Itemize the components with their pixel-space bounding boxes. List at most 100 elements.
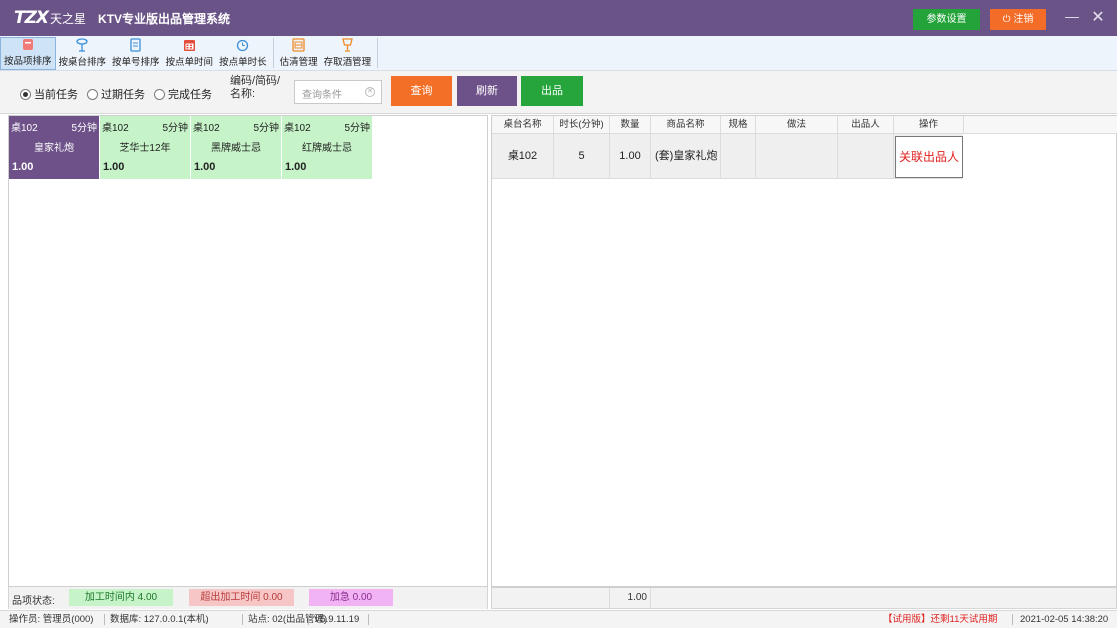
- inventory-clear-button[interactable]: 估清管理: [277, 37, 321, 70]
- radio-dot: [154, 88, 165, 100]
- card-item-name: 芝华士12年: [119, 143, 171, 154]
- item-card[interactable]: 桌102 5分钟 芝华士12年 1.00: [100, 116, 190, 179]
- grid-header: 桌台名称 时长(分钟) 数量 商品名称 规格 做法 出品人 操作: [492, 116, 1117, 134]
- title-bar: TZX 天之星 KTV专业版出品管理系统 参数设置 ⏻ 注销 — ✕: [0, 0, 1117, 36]
- brand-name: 天之星: [50, 11, 87, 26]
- grid-footer: 1.00: [491, 587, 1117, 609]
- item-card[interactable]: 桌102 5分钟 黑牌威士忌 1.00: [191, 116, 281, 179]
- status-divider: [104, 614, 105, 625]
- column-header: 规格: [721, 116, 756, 134]
- card-duration: 5分钟: [253, 123, 279, 134]
- wine-storage-button[interactable]: 存取酒管理: [321, 37, 375, 70]
- sort-by-order-time-button[interactable]: 按点单时间: [163, 37, 217, 70]
- app-title: KTV专业版出品管理系统: [98, 11, 231, 26]
- refresh-button[interactable]: 刷新: [457, 76, 517, 106]
- card-item-name: 红牌威士忌: [302, 143, 352, 154]
- tool-label: 按桌台排序: [58, 57, 107, 68]
- cell-method: [756, 134, 838, 179]
- cell-item-name: (套)皇家礼炮: [651, 134, 721, 179]
- status-divider: [1012, 614, 1013, 625]
- filter-bar: 当前任务 过期任务 完成任务 编码/简码/名称: 查询条件 ✕ 查询 刷新 出品: [0, 71, 1117, 114]
- column-header: 出品人: [838, 116, 894, 134]
- datetime-text: 2021-02-05 14:38:20: [1020, 614, 1109, 625]
- status-in-time-badge: 加工时间内 4.00: [69, 589, 173, 606]
- card-table: 桌102: [102, 123, 129, 134]
- app-logo: TZX 天之星: [14, 0, 86, 36]
- item-status-bar: 品项状态: 加工时间内 4.00 超出加工时间 0.00 加急 0.00: [8, 587, 488, 609]
- calendar-icon: [182, 38, 196, 52]
- card-table: 桌102: [284, 123, 311, 134]
- close-icon[interactable]: ✕: [1090, 7, 1106, 27]
- database-text: 数据库: 127.0.0.1(本机): [110, 614, 209, 625]
- inventory-icon: [292, 38, 306, 52]
- column-header: 操作: [894, 116, 964, 134]
- table-icon: [75, 38, 89, 52]
- card-table: 桌102: [11, 123, 38, 134]
- item-status-label: 品项状态:: [12, 596, 55, 607]
- cell-producer: [838, 134, 894, 179]
- card-duration: 5分钟: [344, 123, 370, 134]
- tool-label: 估清管理: [279, 57, 318, 68]
- card-qty: 1.00: [285, 161, 307, 173]
- query-button[interactable]: 查询: [391, 76, 452, 106]
- card-table: 桌102: [193, 123, 220, 134]
- item-card-panel: 桌102 5分钟 皇家礼炮 1.00 桌102 5分钟 芝华士12年 1.00 桌1…: [8, 115, 488, 587]
- sort-by-table-button[interactable]: 按桌台排序: [56, 37, 110, 70]
- minimize-icon[interactable]: —: [1064, 8, 1080, 28]
- card-qty: 1.00: [12, 161, 34, 173]
- status-urgent-badge: 加急 0.00: [309, 589, 393, 606]
- clear-icon[interactable]: ✕: [365, 87, 375, 97]
- radio-label: 过期任务: [101, 89, 145, 101]
- item-card-selected[interactable]: 桌102 5分钟 皇家礼炮 1.00: [9, 116, 99, 179]
- column-header: 时长(分钟): [554, 116, 610, 134]
- sort-by-order-duration-button[interactable]: 按点单时长: [216, 37, 270, 70]
- radio-label: 当前任务: [34, 89, 78, 101]
- item-card[interactable]: 桌102 5分钟 红牌威士忌 1.00: [282, 116, 372, 179]
- wine-icon: [340, 38, 354, 52]
- toolbar-divider: [272, 38, 274, 68]
- column-header: 数量: [610, 116, 651, 134]
- search-label: 编码/简码/名称:: [230, 75, 281, 100]
- cell-spec: [721, 134, 756, 179]
- card-item-name: 皇家礼炮: [34, 143, 74, 154]
- status-bar: 操作员: 管理员(000) 数据库: 127.0.0.1(本机) 站点: 02(…: [0, 610, 1117, 628]
- tool-label: 按单号排序: [112, 57, 160, 68]
- toolbar-divider: [377, 38, 379, 68]
- sort-item-icon: [21, 38, 35, 51]
- tool-label: 按点单时长: [219, 57, 267, 68]
- card-item-name: 黑牌威士忌: [211, 143, 261, 154]
- radio-expired-task[interactable]: 过期任务: [87, 86, 145, 102]
- logout-button[interactable]: ⏻ 注销: [990, 9, 1046, 30]
- search-placeholder: 查询条件: [302, 90, 342, 101]
- sort-by-item-button[interactable]: 按品项排序: [0, 37, 56, 70]
- logout-label: 注销: [1013, 14, 1034, 25]
- param-settings-button[interactable]: 参数设置: [913, 9, 980, 30]
- column-header: 做法: [756, 116, 838, 134]
- cell-duration: 5: [554, 134, 610, 179]
- card-duration: 5分钟: [162, 123, 188, 134]
- status-divider: [242, 614, 243, 625]
- column-header: 桌台名称: [492, 116, 554, 134]
- trial-notice: 【试用版】还剩11天试用期: [883, 614, 998, 625]
- sort-by-order-number-button[interactable]: 按单号排序: [109, 37, 163, 70]
- operator-text: 操作员: 管理员(000): [9, 614, 94, 625]
- total-qty: 1.00: [609, 588, 651, 608]
- link-producer-button[interactable]: 关联出品人: [895, 136, 963, 178]
- clock-icon: [236, 38, 250, 52]
- column-header: 商品名称: [651, 116, 721, 134]
- output-button[interactable]: 出品: [521, 76, 583, 106]
- version-text: V5.9.11.19: [314, 614, 360, 625]
- radio-current-task[interactable]: 当前任务: [20, 86, 78, 102]
- radio-completed-task[interactable]: 完成任务: [154, 86, 212, 102]
- status-overtime-badge: 超出加工时间 0.00: [189, 589, 294, 606]
- search-input[interactable]: 查询条件 ✕: [294, 80, 382, 104]
- status-divider: [308, 614, 309, 625]
- tool-label: 按品项排序: [4, 56, 52, 67]
- table-row[interactable]: 桌102 5 1.00 (套)皇家礼炮 关联出品人: [492, 134, 963, 179]
- radio-dot: [87, 88, 98, 100]
- card-qty: 1.00: [103, 161, 125, 173]
- toolbar: 按品项排序 按桌台排序 按单号排序 按点单时间 按点单时长 估清管理 存取酒管理: [0, 36, 1117, 71]
- radio-label: 完成任务: [168, 89, 212, 101]
- tool-label: 存取酒管理: [323, 57, 372, 68]
- cell-qty: 1.00: [610, 134, 651, 179]
